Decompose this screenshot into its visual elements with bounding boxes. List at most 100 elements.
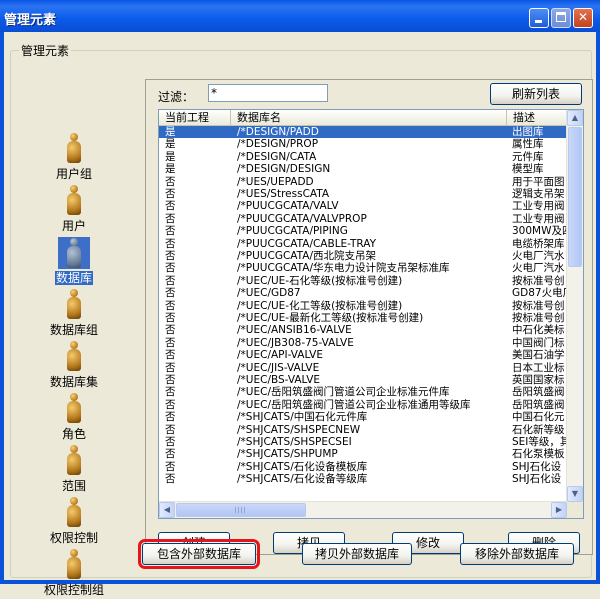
scroll-left-button[interactable]: ◀ — [159, 502, 175, 518]
nav-item-text: 范围 — [61, 479, 86, 493]
cell-database-name: /*DESIGN/DESIGN — [237, 163, 331, 176]
cell-current-project: 否 — [165, 386, 176, 399]
minimize-button[interactable] — [529, 8, 549, 28]
scroll-right-button[interactable]: ▶ — [551, 502, 567, 518]
scroll-up-button[interactable]: ▲ — [567, 110, 583, 126]
table-row[interactable]: 否 /*UEC/UE-石化等级(按标准号创建) 按标准号创 — [159, 275, 569, 287]
nav-item-label: 用户组 — [29, 165, 119, 182]
cell-current-project: 否 — [165, 287, 176, 300]
horizontal-scrollbar[interactable]: ◀ ▶ — [159, 501, 567, 518]
figure-body — [67, 349, 81, 371]
table-row[interactable]: 否 /*UEC/API-VALVE 美国石油学 — [159, 349, 569, 361]
nav-item-label: 数据库 — [29, 269, 119, 286]
table-row[interactable]: 否 /*SHJCATS/SHSPECSEI SEI等级，其 — [159, 436, 569, 448]
arrow-up-icon: ▲ — [571, 113, 579, 122]
nav-item[interactable]: 用户 — [29, 185, 119, 235]
nav-item-text: 数据库 — [54, 271, 93, 285]
cell-current-project: 否 — [165, 324, 176, 337]
cell-current-project: 否 — [165, 175, 176, 188]
refresh-list-button[interactable]: 刷新列表 — [490, 83, 582, 105]
cell-database-name: /*UEC/岳阳筑盛阀门管道公司企业标准通用等级库 — [237, 398, 471, 411]
table-row[interactable]: 否 /*PUUCGCATA/PIPING 300MW及四 — [159, 225, 569, 237]
table-row[interactable]: 是 /*DESIGN/CATA 元件库 — [159, 151, 569, 163]
cell-description: 按标准号创 — [512, 299, 565, 312]
table-row[interactable]: 是 /*DESIGN/DESIGN 模型库 — [159, 163, 569, 175]
close-icon: ✕ — [577, 10, 589, 24]
figure-body — [67, 453, 81, 475]
cell-description: 火电厂汽水 — [512, 250, 565, 262]
table-row[interactable]: 否 /*SHJCATS/SHPUMP 石化泵模板 — [159, 448, 569, 460]
figure-head — [70, 497, 78, 505]
cell-description: 属性库 — [512, 138, 544, 151]
cell-current-project: 是 — [165, 163, 176, 176]
figure-body — [67, 401, 81, 423]
filter-input[interactable]: * — [208, 84, 328, 102]
vertical-scrollbar[interactable]: ▲ ▼ — [566, 110, 583, 502]
arrow-left-icon: ◀ — [163, 505, 171, 514]
table-row[interactable]: 否 /*SHJCATS/SHSPECNEW 石化新等级 — [159, 424, 569, 436]
vertical-scroll-thumb[interactable] — [568, 127, 582, 267]
column-header-description[interactable]: 描述 — [507, 110, 569, 125]
table-row[interactable]: 是 /*DESIGN/PADD 出图库 — [159, 126, 569, 139]
database-list[interactable]: 当前工程 数据库名 描述 是/*DESIGN/PADD 出图库是/*DESIGN/… — [158, 109, 584, 519]
maximize-icon — [556, 12, 566, 22]
table-row[interactable]: 否 /*UEC/GD87 GD87火电厂 — [159, 287, 569, 299]
cell-current-project: 否 — [165, 200, 176, 213]
arrow-down-icon: ▼ — [571, 489, 579, 498]
close-button[interactable]: ✕ — [573, 8, 593, 28]
cell-database-name: /*UES/UEPADD — [237, 175, 314, 188]
copy-external-database-button[interactable]: 拷贝外部数据库 — [302, 543, 412, 565]
table-row[interactable]: 否 /*PUUCGCATA/VALVPROP 工业专用阀 — [159, 213, 569, 225]
nav-item[interactable]: 权限控制 — [29, 497, 119, 547]
nav-item[interactable]: 范围 — [29, 445, 119, 495]
table-row[interactable]: 否 /*SHJCATS/石化设备模板库 SHJ石化设 — [159, 461, 569, 473]
table-row[interactable]: 否 /*PUUCGCATA/CABLE-TRAY 电缆桥架库 — [159, 238, 569, 250]
figure-body — [67, 141, 81, 163]
column-header-database-name[interactable]: 数据库名 — [231, 110, 507, 125]
scrollbar-corner — [567, 502, 583, 518]
cell-current-project: 否 — [165, 250, 176, 262]
cell-description: 模型库 — [512, 163, 544, 176]
table-row[interactable]: 否 /*SHJCATS/中国石化元件库 中国石化元 — [159, 411, 569, 423]
maximize-button[interactable] — [551, 8, 571, 28]
figure-body — [67, 297, 81, 319]
horizontal-scroll-thumb[interactable] — [176, 503, 306, 517]
nav-item[interactable]: 数据库组 — [29, 289, 119, 339]
table-row[interactable]: 否 /*UEC/JIS-VALVE 日本工业标 — [159, 362, 569, 374]
nav-item-text: 权限控制组 — [43, 583, 104, 597]
cell-current-project: 否 — [165, 349, 176, 362]
table-row[interactable]: 否 /*UEC/岳阳筑盛阀门管道公司企业标准通用等级库 岳阳筑盛阀 — [159, 399, 569, 411]
remove-external-database-button[interactable]: 移除外部数据库 — [460, 543, 574, 565]
table-row[interactable]: 否 /*SHJCATS/石化设备等级库 SHJ石化设 — [159, 473, 569, 485]
scroll-down-button[interactable]: ▼ — [567, 486, 583, 502]
cell-description: 用于平面图 — [512, 175, 565, 188]
nav-item[interactable]: 数据库 — [29, 237, 119, 287]
cell-current-project: 否 — [165, 212, 176, 225]
table-row[interactable]: 否 /*UES/StressCATA 逻辑支吊架 — [159, 188, 569, 200]
table-row[interactable]: 否 /*UEC/ANSIB16-VALVE 中石化美标 — [159, 324, 569, 336]
table-row[interactable]: 否 /*UES/UEPADD 用于平面图 — [159, 176, 569, 188]
include-external-database-button[interactable]: 包含外部数据库 — [138, 539, 260, 569]
cell-description: 出图库 — [512, 126, 544, 138]
figure-head — [70, 393, 78, 401]
table-row[interactable]: 否 /*UEC/JB308-75-VALVE 中国阀门标 — [159, 337, 569, 349]
cell-description: 中石化美标 — [512, 324, 565, 337]
nav-item-label: 数据库组 — [29, 321, 119, 338]
nav-item[interactable]: 用户组 — [29, 133, 119, 183]
nav-item-text: 数据库组 — [49, 323, 98, 337]
nav-item-label: 用户 — [29, 217, 119, 234]
table-row[interactable]: 否 /*UEC/岳阳筑盛阀门管道公司企业标准元件库 岳阳筑盛阀 — [159, 386, 569, 398]
table-row[interactable]: 否 /*PUUCGCATA/西北院支吊架 火电厂汽水 — [159, 250, 569, 262]
nav-item[interactable]: 数据库集 — [29, 341, 119, 391]
table-row[interactable]: 否 /*PUUCGCATA/华东电力设计院支吊架标准库 火电厂汽水 — [159, 262, 569, 274]
nav-item[interactable]: 权限控制组 — [29, 549, 119, 599]
table-row[interactable]: 否 /*UEC/UE-最新化工等级(按标准号创建) 按标准号创 — [159, 312, 569, 324]
titlebar[interactable]: 管理元素 ✕ — [0, 0, 600, 32]
table-row[interactable]: 否 /*PUUCGCATA/VALV 工业专用阀 — [159, 200, 569, 212]
nav-item[interactable]: 角色 — [29, 393, 119, 443]
table-row[interactable]: 否 /*UEC/BS-VALVE 英国国家标 — [159, 374, 569, 386]
column-header-current-project[interactable]: 当前工程 — [159, 110, 231, 125]
table-row[interactable]: 否 /*UEC/UE-化工等级(按标准号创建) 按标准号创 — [159, 300, 569, 312]
cell-description: 中国石化元 — [512, 411, 565, 424]
table-row[interactable]: 是 /*DESIGN/PROP 属性库 — [159, 138, 569, 150]
